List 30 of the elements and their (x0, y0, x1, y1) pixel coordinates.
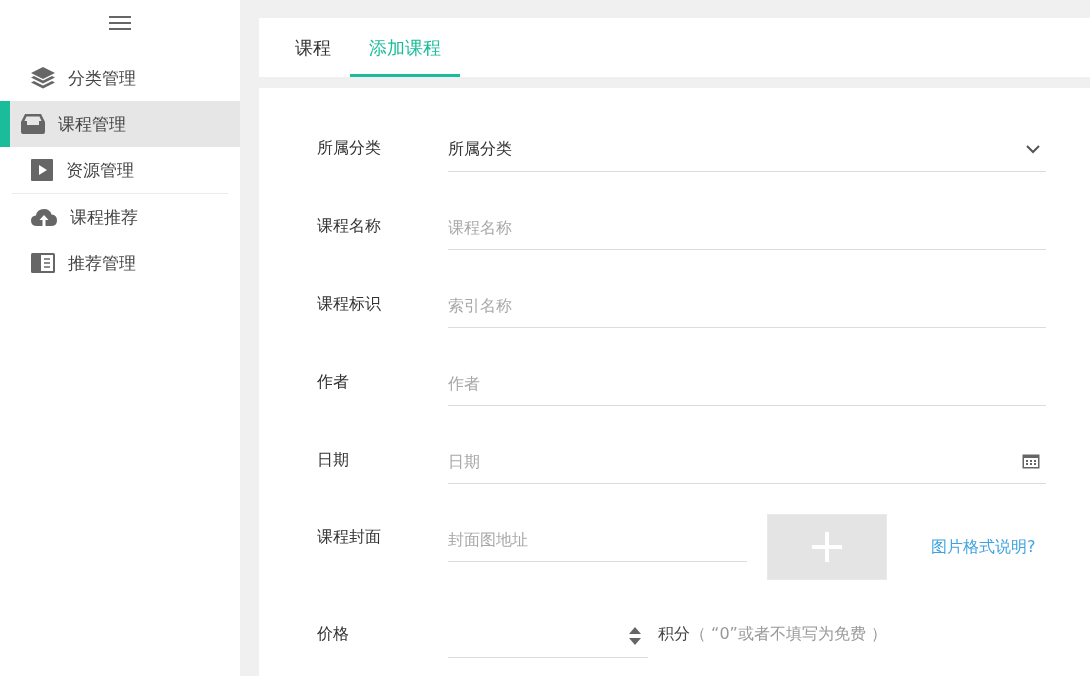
unit-label: 积分 (658, 623, 690, 645)
chevron-down-icon (1026, 145, 1040, 154)
menu-icon[interactable] (109, 15, 131, 31)
field-label: 日期 (317, 449, 350, 471)
sidebar-item[interactable]: 课程管理 (0, 101, 240, 147)
field-label: 课程封面 (317, 526, 382, 548)
sidebar-item[interactable]: 资源管理 (0, 147, 240, 193)
field-label: 课程名称 (317, 215, 382, 237)
price-note: （ “0”或者不填写为免费 ） (690, 623, 887, 645)
field-label: 所属分类 (317, 137, 382, 159)
tray-icon (20, 113, 46, 135)
book-icon (30, 252, 56, 274)
layers-icon (30, 66, 56, 90)
play-icon (30, 158, 54, 182)
tab[interactable]: 课程 (276, 18, 350, 77)
field-label: 价格 (317, 623, 350, 645)
sidebar-item[interactable]: 推荐管理 (0, 240, 240, 286)
text-field[interactable]: 作者 (448, 358, 1046, 406)
text-field[interactable]: 索引名称 (448, 280, 1046, 328)
cover-url-field[interactable]: 封面图地址 (448, 514, 747, 562)
plus-icon (812, 532, 842, 562)
field-label: 课程标识 (317, 293, 382, 315)
sidebar-item[interactable]: 课程推荐 (0, 194, 240, 240)
cloud-upload-icon (30, 207, 58, 227)
calendar-icon[interactable] (1022, 454, 1040, 469)
sidebar-item[interactable]: 分类管理 (0, 55, 240, 101)
category-select[interactable]: 所属分类 (448, 124, 1046, 172)
text-field[interactable]: 课程名称 (448, 202, 1046, 250)
spinner-arrows-icon[interactable] (628, 626, 642, 646)
field-label: 作者 (317, 371, 350, 393)
